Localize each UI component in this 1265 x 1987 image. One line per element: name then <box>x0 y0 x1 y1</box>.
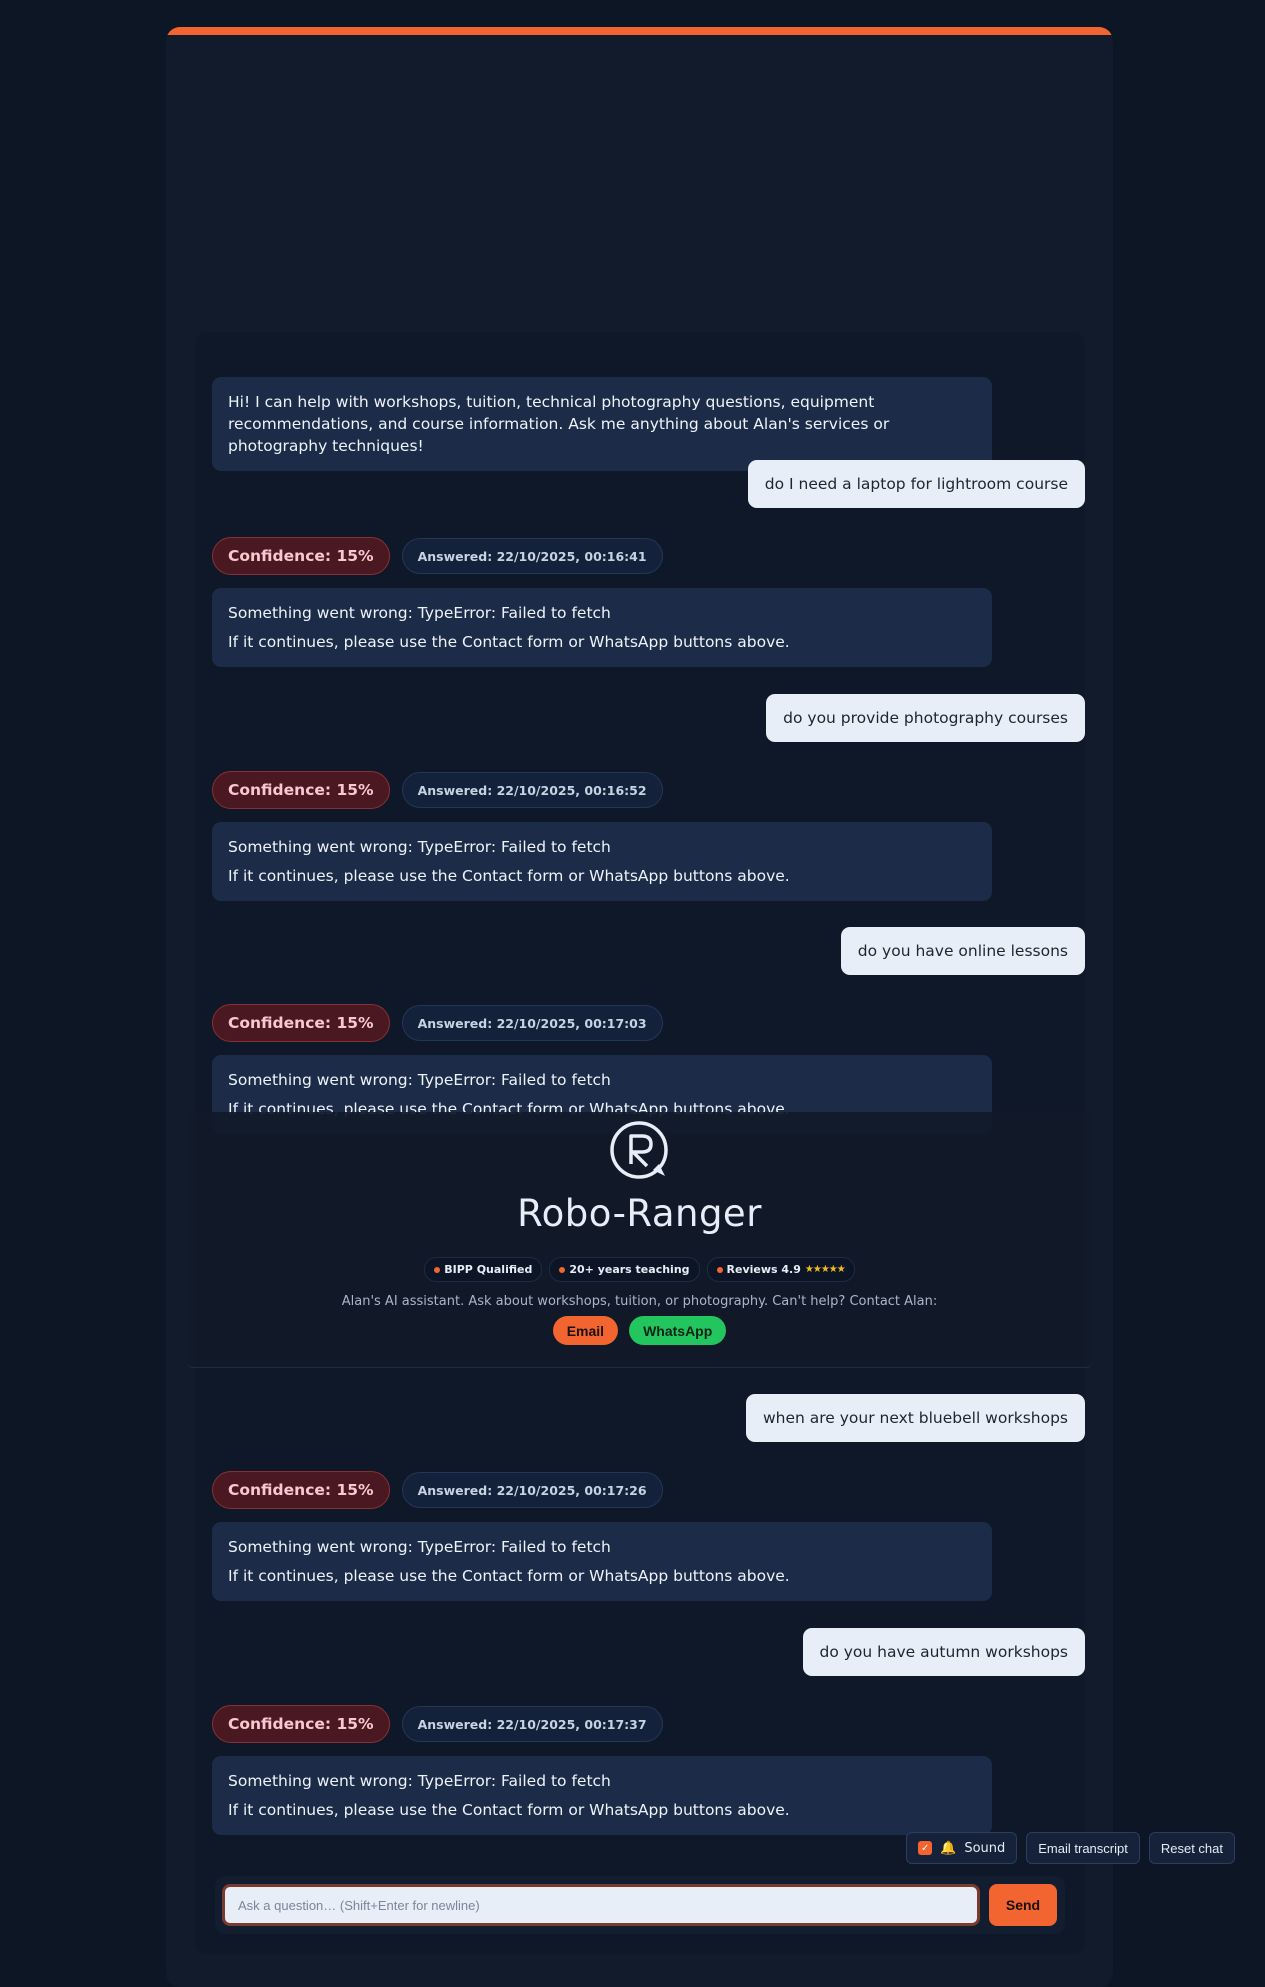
confidence-badge: Confidence: 15% <box>212 1705 390 1743</box>
whatsapp-button[interactable]: WhatsApp <box>629 1316 727 1345</box>
user-message: when are your next bluebell workshops <box>745 1394 1085 1442</box>
composer: Send <box>215 1876 1065 1934</box>
answer-meta: Confidence: 15% Answered: 22/10/2025, 00… <box>212 1704 663 1744</box>
tag-reviews: Reviews 4.9 ★★★★★ <box>706 1257 855 1282</box>
bot-message-error: Something went wrong: TypeError: Failed … <box>212 1522 992 1601</box>
error-hint: If it continues, please use the Contact … <box>228 1801 790 1819</box>
tag-label: Reviews 4.9 <box>726 1263 801 1276</box>
answered-timestamp: Answered: 22/10/2025, 00:16:52 <box>401 772 663 808</box>
dot-icon <box>434 1266 441 1273</box>
answer-meta: Confidence: 15% Answered: 22/10/2025, 00… <box>212 1003 663 1043</box>
answer-meta: Confidence: 15% Answered: 22/10/2025, 00… <box>212 536 663 576</box>
confidence-badge: Confidence: 15% <box>212 1004 390 1042</box>
tag-bipp: BIPP Qualified <box>424 1257 543 1282</box>
error-hint: If it continues, please use the Contact … <box>228 1567 790 1585</box>
sound-checkbox[interactable]: ✓ <box>918 1841 933 1855</box>
credential-tags: BIPP Qualified 20+ years teaching Review… <box>187 1257 1092 1282</box>
error-hint: If it continues, please use the Contact … <box>228 633 790 651</box>
answered-timestamp: Answered: 22/10/2025, 00:17:03 <box>401 1005 663 1041</box>
user-message: do you provide photography courses <box>766 694 1085 742</box>
bell-icon: 🔔 <box>940 1840 957 1856</box>
answer-meta: Confidence: 15% Answered: 22/10/2025, 00… <box>212 1470 663 1510</box>
bot-message-error: Something went wrong: TypeError: Failed … <box>212 822 992 901</box>
send-button[interactable]: Send <box>989 1884 1057 1926</box>
chat-controls: ✓ 🔔 Sound Email transcript Reset chat <box>906 1832 1235 1864</box>
dot-icon <box>559 1266 566 1273</box>
chat-widget-frame: Hi! I can help with workshops, tuition, … <box>166 27 1113 1987</box>
error-text: Something went wrong: TypeError: Failed … <box>228 838 611 856</box>
assistant-header: Robo-Ranger BIPP Qualified 20+ years tea… <box>187 1112 1092 1368</box>
sound-label: Sound <box>964 1840 1006 1856</box>
error-text: Something went wrong: TypeError: Failed … <box>228 1538 611 1556</box>
bot-message-intro: Hi! I can help with workshops, tuition, … <box>212 377 992 471</box>
error-text: Something went wrong: TypeError: Failed … <box>228 1071 611 1089</box>
confidence-badge: Confidence: 15% <box>212 537 390 575</box>
accent-bar <box>166 27 1113 35</box>
question-input[interactable] <box>222 1884 980 1926</box>
reset-chat-button[interactable]: Reset chat <box>1148 1832 1235 1864</box>
error-text: Something went wrong: TypeError: Failed … <box>228 1772 611 1790</box>
contact-buttons: Email WhatsApp <box>187 1316 1092 1345</box>
bot-message-error: Something went wrong: TypeError: Failed … <box>212 1756 992 1835</box>
error-text: Something went wrong: TypeError: Failed … <box>228 604 611 622</box>
answered-timestamp: Answered: 22/10/2025, 00:16:41 <box>401 538 663 574</box>
user-message: do you have online lessons <box>840 927 1085 975</box>
answer-meta: Confidence: 15% Answered: 22/10/2025, 00… <box>212 770 663 810</box>
email-transcript-button[interactable]: Email transcript <box>1026 1832 1140 1864</box>
user-message-text: do you provide photography courses <box>783 709 1068 727</box>
email-button[interactable]: Email <box>552 1316 619 1345</box>
user-message: do you have autumn workshops <box>802 1628 1085 1676</box>
user-message: do I need a laptop for lightroom course <box>747 460 1085 508</box>
intro-text: Hi! I can help with workshops, tuition, … <box>228 393 890 455</box>
answered-timestamp: Answered: 22/10/2025, 00:17:37 <box>401 1706 663 1742</box>
confidence-badge: Confidence: 15% <box>212 1471 390 1509</box>
sound-toggle[interactable]: ✓ 🔔 Sound <box>906 1832 1018 1864</box>
tag-experience: 20+ years teaching <box>549 1257 700 1282</box>
confidence-badge: Confidence: 15% <box>212 771 390 809</box>
user-message-text: do you have autumn workshops <box>819 1643 1069 1661</box>
error-hint: If it continues, please use the Contact … <box>228 867 790 885</box>
tag-label: 20+ years teaching <box>569 1263 690 1276</box>
user-message-text: do you have online lessons <box>857 942 1068 960</box>
star-rating-icon: ★★★★★ <box>804 1264 846 1275</box>
assistant-subtitle: Alan's AI assistant. Ask about workshops… <box>341 1294 938 1309</box>
dot-icon <box>716 1266 723 1273</box>
user-message-text: when are your next bluebell workshops <box>762 1409 1068 1427</box>
answered-timestamp: Answered: 22/10/2025, 00:17:26 <box>401 1472 663 1508</box>
assistant-title: Robo-Ranger <box>517 1192 762 1235</box>
bot-message-error: Something went wrong: TypeError: Failed … <box>212 588 992 667</box>
chat-bubble-logo-icon <box>610 1121 668 1179</box>
user-message-text: do I need a laptop for lightroom course <box>764 475 1068 493</box>
tag-label: BIPP Qualified <box>444 1263 533 1276</box>
